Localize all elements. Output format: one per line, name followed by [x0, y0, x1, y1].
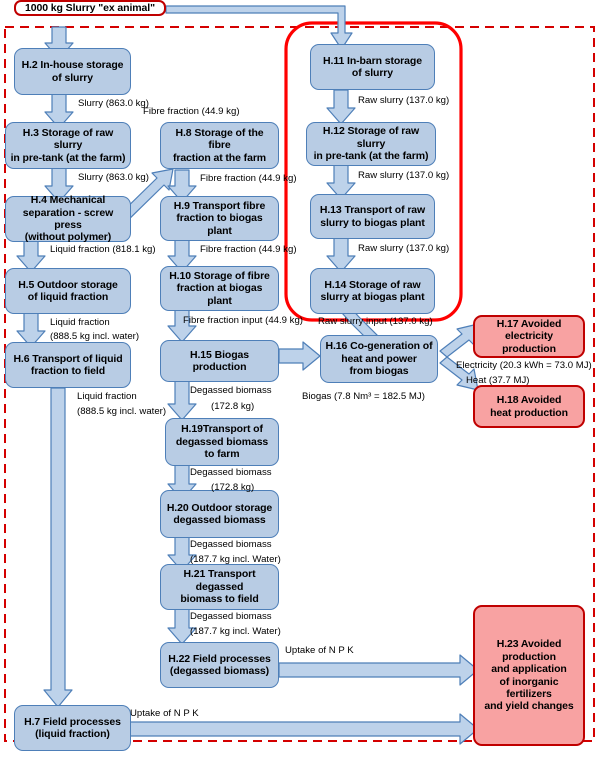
flow-label-h20-h21-line2: (187.7 kg incl. Water)	[190, 554, 281, 565]
node-h14[interactable]: H.14 Storage of raw slurry at biogas plan…	[310, 268, 435, 314]
node-h9-label: H.9 Transport fibre fraction to biogas pl…	[173, 199, 266, 237]
node-h4-label: H.4 Mechanical separation - screw press (w…	[22, 194, 114, 244]
flow-label-h20-h21-line1: Degassed biomass	[190, 539, 272, 550]
node-h16[interactable]: H.16 Co-generation of heat and power from …	[320, 335, 438, 383]
flow-label-h10-h15: Fibre fraction input (44.9 kg)	[183, 315, 303, 326]
node-h6-label: H.6 Transport of liquid fraction to field	[13, 352, 123, 377]
node-title-slurry: 1000 kg Slurry "ex animal"	[14, 0, 166, 16]
node-h4[interactable]: H.4 Mechanical separation - screw press (w…	[5, 194, 131, 244]
arrow-h13-h14	[326, 237, 356, 273]
flow-label-h19-h20-line2: (172.8 kg)	[211, 482, 255, 493]
node-h15[interactable]: H.15 Biogas production	[160, 340, 279, 382]
flow-label-h21-h22-line1: Degassed biomass	[190, 611, 272, 622]
flow-label-h4-h8: Fibre fraction (44.9 kg)	[143, 106, 240, 117]
flow-diagram-canvas: .arrw{ fill:#bdd2ea; stroke:#4e7fb8; str…	[0, 0, 600, 762]
flow-label-h19-h20-line1: Degassed biomass	[190, 467, 272, 478]
node-h15-label: H.15 Biogas production	[189, 348, 249, 373]
flow-label-h12-h13: Raw slurry (137.0 kg)	[358, 170, 450, 181]
node-h20[interactable]: H.20 Outdoor storage degassed biomass	[160, 490, 279, 538]
flow-label-h11-h12: Raw slurry (137.0 kg)	[358, 95, 450, 106]
node-h16-label: H.16 Co-generation of heat and power from …	[325, 340, 433, 378]
node-h2-label: H.2 In-house storage of slurry	[21, 59, 124, 84]
node-h22-label: H.22 Field processes (degassed biomass)	[168, 652, 271, 677]
node-h7-label: H.7 Field processes (liquid fraction)	[24, 715, 121, 740]
node-title-label: 1000 kg Slurry "ex animal"	[25, 1, 155, 14]
node-h19-label: H.19Transport of degassed biomass to farm	[175, 423, 269, 461]
node-h23-label: H.23 Avoided production and application of …	[484, 638, 574, 713]
node-h17-label: H.17 Avoided electricity production	[496, 317, 562, 355]
node-h13-label: H.13 Transport of raw slurry to biogas pl…	[319, 204, 426, 229]
node-h22[interactable]: H.22 Field processes (degassed biomass)	[160, 642, 279, 688]
node-h10-label: H.10 Storage of fibre fraction at biogas …	[169, 269, 270, 307]
node-h3-label: H.3 Storage of raw slurry in pre-tank (at…	[10, 126, 126, 164]
flow-label-h14-h15: Raw slurry input (137.0 kg)	[318, 316, 433, 327]
flow-label-h7-h23: Uptake of N P K	[130, 708, 199, 719]
flow-label-h4-h5: Liquid fraction (818.1 kg)	[50, 244, 156, 255]
flow-label-h15-h19-line1: Degassed biomass	[190, 385, 272, 396]
node-h12[interactable]: H.12 Storage of raw slurry in pre-tank (a…	[306, 122, 436, 166]
flow-label-h16-h17: Electricity (20.3 kWh = 73.0 MJ)	[456, 360, 592, 371]
flow-label-h15-h16: Biogas (7.8 Nm³ = 182.5 MJ)	[302, 391, 425, 402]
node-h6[interactable]: H.6 Transport of liquid fraction to field	[5, 342, 131, 388]
arrow-h6-h7	[43, 387, 73, 708]
arrow-h22-h23	[278, 654, 479, 686]
node-h5-label: H.5 Outdoor storage of liquid fraction	[18, 278, 118, 303]
flow-label-h9-h10: Fibre fraction (44.9 kg)	[200, 244, 297, 255]
arrow-h11-h12	[326, 89, 356, 125]
flow-label-h6-h7-line2: (888.5 kg incl. water)	[77, 406, 167, 417]
node-h17[interactable]: H.17 Avoided electricity production	[473, 315, 585, 358]
node-h18-label: H.18 Avoided heat production	[490, 394, 568, 419]
node-h11-label: H.11 In-barn storage of slurry	[323, 54, 422, 79]
flow-label-h15-h19-line2: (172.8 kg)	[211, 401, 255, 412]
flow-label-h16-h18: Heat (37.7 MJ)	[466, 375, 530, 386]
node-h8-label: H.8 Storage of the fibre fraction at the …	[172, 126, 267, 164]
node-h7[interactable]: H.7 Field processes (liquid fraction)	[14, 705, 131, 751]
node-h3[interactable]: H.3 Storage of raw slurry in pre-tank (at…	[5, 122, 131, 169]
node-h21[interactable]: H.21 Transport degassed biomass to field	[160, 564, 279, 610]
node-h13[interactable]: H.13 Transport of raw slurry to biogas pl…	[310, 194, 435, 239]
flow-label-h3-h4: Slurry (863.0 kg)	[78, 172, 149, 183]
node-h11[interactable]: H.11 In-barn storage of slurry	[310, 44, 435, 90]
node-h2[interactable]: H.2 In-house storage of slurry	[14, 48, 131, 95]
node-h21-label: H.21 Transport degassed biomass to field	[180, 568, 259, 606]
flow-label-h2-h3: Slurry (863.0 kg)	[78, 98, 149, 109]
flow-label-h5-h6-line2: (888.5 kg incl. water)	[50, 331, 140, 342]
node-h18[interactable]: H.18 Avoided heat production	[473, 385, 585, 428]
node-h5[interactable]: H.5 Outdoor storage of liquid fraction	[5, 268, 131, 314]
flow-label-h5-h6-line1: Liquid fraction	[50, 317, 110, 328]
node-h23[interactable]: H.23 Avoided production and application of …	[473, 605, 585, 746]
node-h9[interactable]: H.9 Transport fibre fraction to biogas pl…	[160, 196, 279, 241]
flow-label-h6-h7-line1: Liquid fraction	[77, 391, 137, 402]
node-h8[interactable]: H.8 Storage of the fibre fraction at the …	[160, 122, 279, 169]
flow-label-h22-h23: Uptake of N P K	[285, 645, 354, 656]
arrow-title-to-h11	[165, 5, 353, 50]
node-h12-label: H.12 Storage of raw slurry in pre-tank (a…	[313, 125, 429, 163]
node-h14-label: H.14 Storage of raw slurry at biogas plan…	[320, 278, 425, 303]
arrow-h15-h16	[278, 341, 321, 371]
node-h19[interactable]: H.19Transport of degassed biomass to farm	[165, 418, 279, 466]
flow-label-h21-h22-line2: (187.7 kg incl. Water)	[190, 626, 281, 637]
node-h20-label: H.20 Outdoor storage degassed biomass	[166, 501, 273, 526]
node-h10[interactable]: H.10 Storage of fibre fraction at biogas …	[160, 266, 279, 311]
flow-label-h13-h14: Raw slurry (137.0 kg)	[358, 243, 450, 254]
flow-label-h8-h9: Fibre fraction (44.9 kg)	[200, 173, 297, 184]
